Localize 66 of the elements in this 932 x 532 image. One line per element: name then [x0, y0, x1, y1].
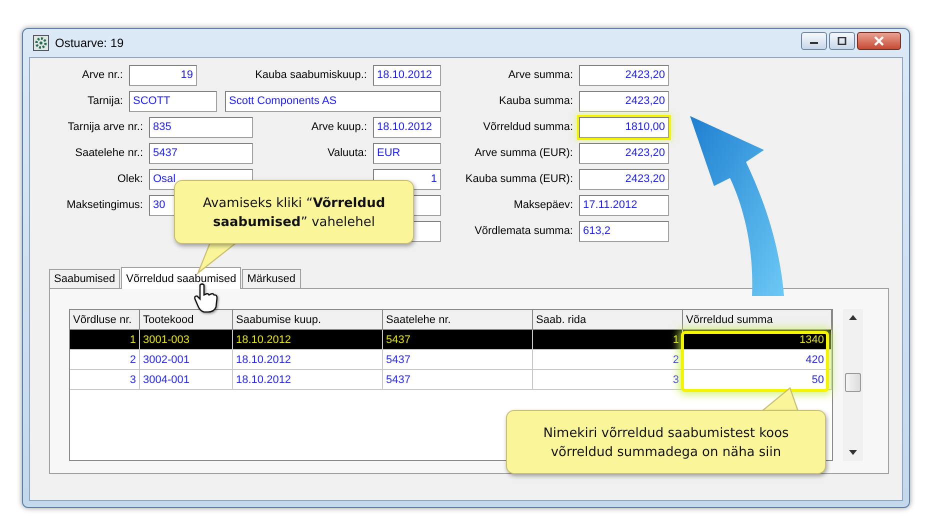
input-field[interactable]: 1810,00 [579, 117, 669, 138]
gear-icon [33, 35, 49, 51]
input-field[interactable]: 2423,20 [579, 143, 669, 164]
field-label: Maksepäev: [512, 198, 574, 213]
scrollbar[interactable] [843, 309, 863, 461]
input-field[interactable]: 17.11.2012 [579, 195, 669, 216]
field-label: Tarnija: [86, 94, 124, 109]
table-cell: 3 [533, 370, 683, 390]
table-cell: 2 [533, 350, 683, 370]
table-cell: 1 [533, 330, 683, 350]
maximize-button[interactable] [829, 32, 855, 50]
field-label: Kauba summa (EUR): [464, 172, 574, 187]
table-cell: 1340 [683, 330, 832, 350]
table-cell: 5437 [383, 330, 533, 350]
table-cell: 5437 [383, 370, 533, 390]
close-icon [873, 36, 885, 46]
input-field[interactable]: 2423,20 [579, 169, 669, 190]
tab[interactable]: Võrreldud saabumised [121, 267, 242, 289]
input-field[interactable]: 2423,20 [579, 91, 669, 112]
field-label: Arve kuup.: [310, 120, 368, 135]
field-label: Valuuta: [326, 146, 368, 161]
field-label: Arve nr.: [81, 68, 124, 83]
scrollbar-thumb[interactable] [845, 373, 861, 392]
input-field[interactable]: 835 [149, 117, 253, 138]
minimize-button[interactable] [801, 32, 827, 50]
maximize-icon [837, 37, 847, 45]
input-field[interactable]: Scott Components AS [225, 91, 441, 112]
input-field[interactable]: 18.10.2012 [373, 117, 441, 138]
table-cell: 18.10.2012 [233, 350, 383, 370]
table-cell: 1 [70, 330, 140, 350]
table-row[interactable]: 2 3002-001 18.10.2012 5437 2 420 [70, 350, 832, 370]
table-cell: 5437 [383, 350, 533, 370]
input-field[interactable]: 613,2 [579, 221, 669, 242]
tab[interactable]: Saabumised [49, 269, 120, 288]
input-field[interactable]: 18.10.2012 [373, 65, 441, 86]
field-label: Arve summa: [507, 68, 574, 83]
field-label: Arve summa (EUR): [474, 146, 574, 161]
field-label: Tarnija arve nr.: [66, 120, 144, 135]
table-cell: 3 [70, 370, 140, 390]
callout-tail [196, 243, 238, 275]
input-field[interactable]: 2423,20 [579, 65, 669, 86]
input-field[interactable]: SCOTT [129, 91, 217, 112]
input-field[interactable]: 5437 [149, 143, 253, 164]
table-cell: 3002-001 [140, 350, 233, 370]
field-label: Võrdlemata summa: [474, 224, 574, 239]
table-row[interactable]: 3 3004-001 18.10.2012 5437 3 50 [70, 370, 832, 390]
tab[interactable]: Märkused [242, 269, 301, 288]
field-label: Kauba summa: [498, 94, 574, 109]
field-label: Saatelehe nr.: [74, 146, 144, 161]
table-cell: 3004-001 [140, 370, 233, 390]
field-label: Maksetingimus: [66, 198, 144, 213]
table-cell: 18.10.2012 [233, 330, 383, 350]
scroll-up-icon[interactable] [849, 315, 857, 320]
window-title: Ostuarve: 19 [55, 36, 124, 50]
field-label: Võrreldud summa: [482, 120, 574, 135]
field-label: Olek: [116, 172, 144, 187]
table-cell: 3001-003 [140, 330, 233, 350]
table-cell: 2 [70, 350, 140, 370]
table-cell: 18.10.2012 [233, 370, 383, 390]
input-field[interactable]: EUR [373, 143, 441, 164]
close-button[interactable] [857, 32, 901, 50]
input-field[interactable]: 19 [129, 65, 197, 86]
table-row[interactable]: 1 3001-003 18.10.2012 5437 1 1340 [70, 330, 832, 350]
table-cell: 420 [683, 350, 832, 370]
scroll-down-icon[interactable] [849, 450, 857, 455]
field-label: Kauba saabumiskuup.: [254, 68, 368, 83]
